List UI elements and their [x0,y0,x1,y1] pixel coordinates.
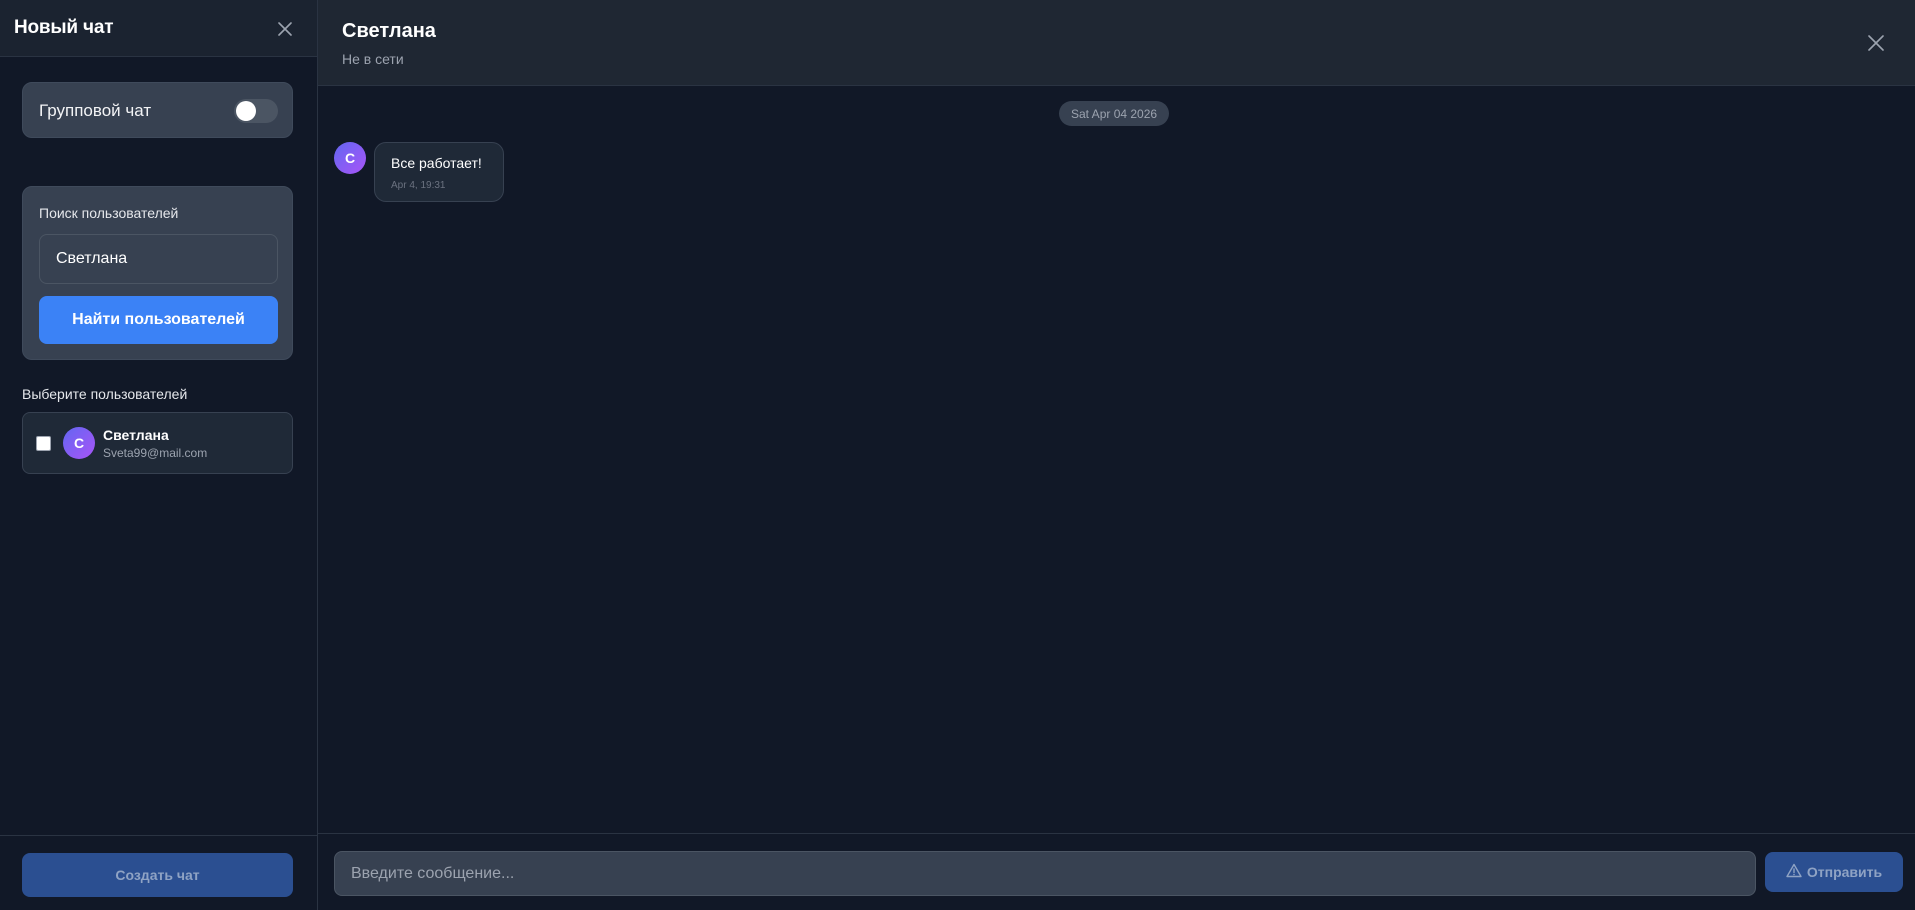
new-chat-footer: Создать чат [0,835,317,910]
chat-panel: Светлана Не в сети Sat Apr 04 2026 С Все… [318,0,1915,910]
toggle-knob [236,101,256,121]
new-chat-panel: Новый чат Групповой чат Поиск пользовате… [0,0,318,910]
message-text: Все работает! [391,155,482,171]
user-email: Sveta99@mail.com [103,446,208,460]
message-time: Apr 4, 19:31 [391,180,446,191]
send-button[interactable]: Отправить [1765,852,1903,892]
message-input[interactable] [334,851,1756,896]
group-chat-card: Групповой чат [22,82,293,138]
new-chat-header: Новый чат [0,0,317,57]
chat-header: Светлана Не в сети [318,0,1915,86]
close-icon[interactable] [1865,32,1887,54]
avatar: С [334,142,366,174]
date-divider: Sat Apr 04 2026 [1059,101,1170,126]
new-chat-title: Новый чат [14,17,114,38]
chat-contact-status: Не в сети [342,51,404,67]
group-chat-label: Групповой чат [39,101,152,120]
user-search-card: Поиск пользователей Найти пользователей [22,186,293,360]
warning-icon [1786,863,1802,881]
user-list-item[interactable]: С Светлана Sveta99@mail.com [22,412,293,474]
close-icon[interactable] [274,18,296,40]
app: Новый чат Групповой чат Поиск пользовате… [0,0,1915,910]
search-input[interactable] [39,234,278,284]
message-composer: Отправить [318,833,1915,910]
user-checkbox[interactable] [36,436,51,451]
group-chat-toggle[interactable] [234,99,278,123]
send-button-label: Отправить [1806,864,1883,880]
message-bubble: Все работает! Apr 4, 19:31 [374,142,504,202]
create-chat-button[interactable]: Создать чат [22,853,293,897]
user-name: Светлана [103,427,169,443]
chat-contact-name: Светлана [342,20,436,42]
avatar: С [63,427,95,459]
select-users-label: Выберите пользователей [22,386,188,402]
find-users-button[interactable]: Найти пользователей [39,296,278,344]
search-label: Поиск пользователей [39,205,179,221]
